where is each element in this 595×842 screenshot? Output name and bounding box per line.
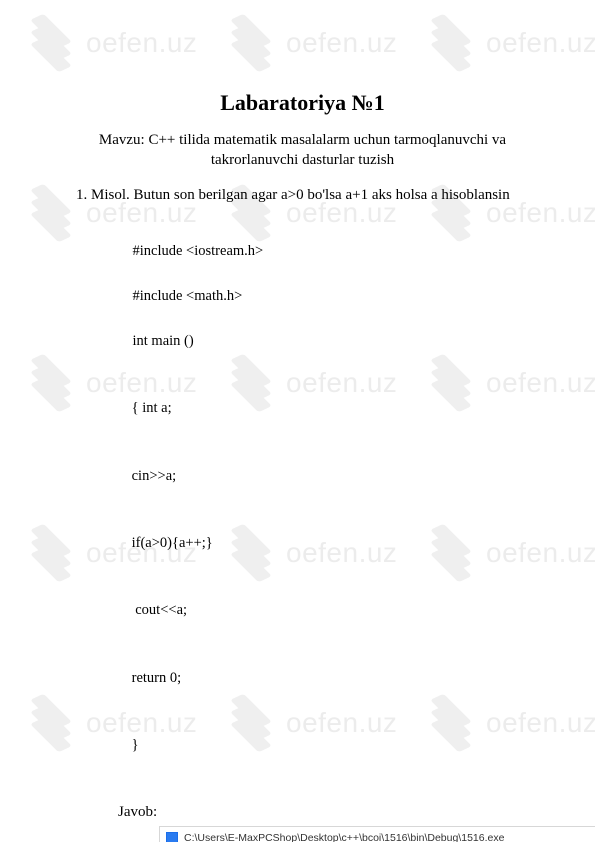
code-line: #include <math.h> [133,288,243,304]
code-line: int main () [133,333,194,349]
code-line: { int a; [118,397,535,419]
console-titlebar: C:\Users\E-MaxPCShop\Desktop\c++\bcoi\15… [160,827,595,842]
code-line: return 0; [118,667,535,689]
console-app-icon [166,832,178,842]
code-line: #include <iostream.h> [133,243,264,259]
code-line: cin>>a; [118,465,535,487]
code-line: if(a>0){a++;} [118,532,535,554]
code-block: #include <iostream.h> #include <math.h> … [70,218,535,802]
code-line: cout<<a; [118,599,535,621]
document-body: Labaratoriya №1 Mavzu: C++ tilida matema… [0,0,595,842]
answer-label: Javob: [70,804,535,821]
console-title-path: C:\Users\E-MaxPCShop\Desktop\c++\bcoi\15… [184,832,504,842]
console-window: C:\Users\E-MaxPCShop\Desktop\c++\bcoi\15… [160,827,595,842]
code-line: } [118,734,535,756]
task-item: 1. Misol. Butun son berilgan agar a>0 bo… [70,187,535,204]
subtitle: Mavzu: C++ tilida matematik masalalarm u… [70,130,535,171]
page-title: Labaratoriya №1 [70,90,535,116]
